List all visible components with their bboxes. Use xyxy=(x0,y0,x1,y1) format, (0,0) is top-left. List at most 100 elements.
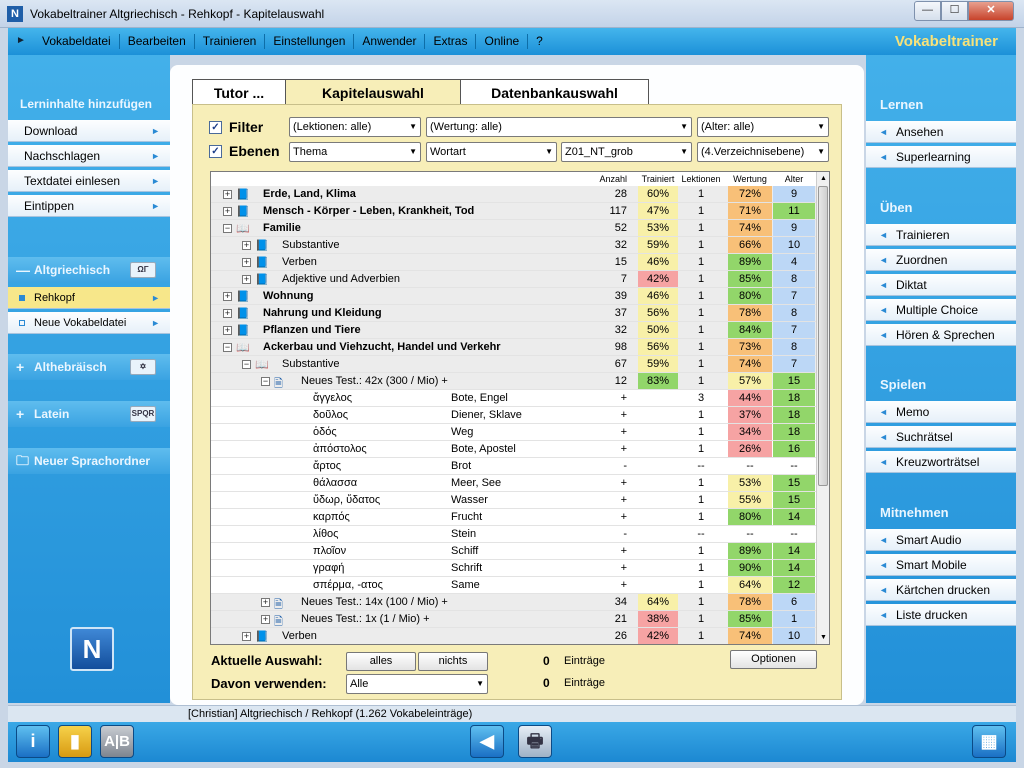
collapse-icon[interactable]: − xyxy=(261,377,270,386)
right-item-smart-mobile[interactable]: ◄ Smart Mobile xyxy=(866,554,1016,576)
vocab-row[interactable]: σπέρμα, -ατος Same +1 64% 12 xyxy=(211,577,816,594)
new-folder-button[interactable]: 🗀 Neuer Sprachordner xyxy=(8,448,170,474)
menu-arrow-icon[interactable]: ► xyxy=(16,35,26,46)
chapter-row[interactable]: − 📖 Substantive 67 59% 1 74% 7 xyxy=(211,356,816,373)
menu-item-online[interactable]: Online xyxy=(476,34,529,49)
right-item-multiple-choice[interactable]: ◄ Multiple Choice xyxy=(866,299,1016,321)
right-item-ansehen[interactable]: ◄ Ansehen xyxy=(866,121,1016,143)
right-item-hören-sprechen[interactable]: ◄ Hören & Sprechen xyxy=(866,324,1016,346)
grid-icon[interactable]: ▦ xyxy=(972,725,1006,758)
menu-item-trainieren[interactable]: Trainieren xyxy=(195,34,266,49)
ebene4-dropdown[interactable]: (4.Verzeichnisebene) ▼ xyxy=(697,142,829,162)
collapse-icon[interactable]: − xyxy=(223,343,232,352)
lang-latein[interactable]: + Latein SPQR xyxy=(8,401,170,427)
ebenen-checkbox[interactable]: ✓ xyxy=(209,145,222,158)
vocab-row[interactable]: θάλασσα Meer, See +1 53% 15 xyxy=(211,475,816,492)
expand-icon[interactable]: + xyxy=(242,632,251,641)
col-lektionen[interactable]: Lektionen xyxy=(678,174,724,184)
davon-verwenden-dropdown[interactable]: Alle ▼ xyxy=(346,674,488,694)
close-button[interactable]: ✕ xyxy=(968,1,1014,21)
alles-button[interactable]: alles xyxy=(346,652,416,671)
menu-item-vokabeldatei[interactable]: Vokabeldatei xyxy=(34,34,120,49)
scroll-down-icon[interactable]: ▼ xyxy=(817,631,829,644)
vocab-row[interactable]: ὕδωρ, ὕδατος Wasser +1 55% 15 xyxy=(211,492,816,509)
expand-icon[interactable]: + xyxy=(242,275,251,284)
menu-item-bearbeiten[interactable]: Bearbeiten xyxy=(120,34,195,49)
vocab-row[interactable]: ἀπόστολος Bote, Apostel +1 26% 16 xyxy=(211,441,816,458)
lektionen-dropdown[interactable]: (Lektionen: alle) ▼ xyxy=(289,117,421,137)
right-item-suchrätsel[interactable]: ◄ Suchrätsel xyxy=(866,426,1016,448)
right-item-diktat[interactable]: ◄ Diktat xyxy=(866,274,1016,296)
download-button[interactable]: Download ► xyxy=(8,120,170,142)
chapter-row[interactable]: + 📘 Verben 15 46% 1 89% 4 xyxy=(211,254,816,271)
tab-datenbankauswahl[interactable]: Datenbankauswahl xyxy=(460,79,649,105)
vocab-row[interactable]: πλοῖον Schiff +1 89% 14 xyxy=(211,543,816,560)
vocab-row[interactable]: λίθος Stein - -- -- -- xyxy=(211,526,816,543)
col-wertung[interactable]: Wertung xyxy=(728,174,772,184)
minimize-button[interactable]: — xyxy=(914,1,941,21)
expand-icon[interactable]: + xyxy=(223,190,232,199)
vocab-row[interactable]: ὁδός Weg +1 34% 18 xyxy=(211,424,816,441)
chapter-row[interactable]: + 📘 Adjektive und Adverbien 7 42% 1 85% 8 xyxy=(211,271,816,288)
col-anzahl[interactable]: Anzahl xyxy=(591,174,627,184)
scroll-up-icon[interactable]: ▲ xyxy=(817,172,829,185)
vocab-row[interactable]: δοῦλος Diener, Sklave +1 37% 18 xyxy=(211,407,816,424)
vocab-row[interactable]: ἄρτος Brot - -- -- -- xyxy=(211,458,816,475)
chapter-row[interactable]: − 📖 Familie 52 53% 1 74% 9 xyxy=(211,220,816,237)
col-alter[interactable]: Alter xyxy=(773,174,815,184)
chapter-row[interactable]: + 📘 Mensch - Körper - Leben, Krankheit, To… xyxy=(211,203,816,220)
right-item-trainieren[interactable]: ◄ Trainieren xyxy=(866,224,1016,246)
chapter-row[interactable]: + 📘 Pflanzen und Tiere 32 50% 1 84% 7 xyxy=(211,322,816,339)
right-item-superlearning[interactable]: ◄ Superlearning xyxy=(866,146,1016,168)
expand-icon[interactable]: + xyxy=(242,241,251,250)
chapter-row[interactable]: + 📘 Wohnung 39 46% 1 80% 7 xyxy=(211,288,816,305)
chapter-row[interactable]: + 🗎 Neues Test.: 14x (100 / Mio) +34 64% 1 78… xyxy=(211,594,816,611)
back-arrow-icon[interactable]: ◀ xyxy=(470,725,504,758)
collapse-icon[interactable]: − xyxy=(242,360,251,369)
right-item-smart-audio[interactable]: ◄ Smart Audio xyxy=(866,529,1016,551)
right-item-memo[interactable]: ◄ Memo xyxy=(866,401,1016,423)
ebene3-dropdown[interactable]: Z01_NT_grob ▼ xyxy=(561,142,692,162)
lang-althebraeisch[interactable]: + Althebräisch ✡ xyxy=(8,354,170,380)
right-item-kärtchen-drucken[interactable]: ◄ Kärtchen drucken xyxy=(866,579,1016,601)
subitem-neue-vokabeldatei[interactable]: Neue Vokabeldatei ► xyxy=(8,312,170,334)
menu-item-extras[interactable]: Extras xyxy=(425,34,477,49)
right-item-kreuzworträtsel[interactable]: ◄ Kreuzworträtsel xyxy=(866,451,1016,473)
alter-dropdown[interactable]: (Alter: alle) ▼ xyxy=(697,117,829,137)
expand-icon[interactable]: + xyxy=(223,309,232,318)
chapter-row[interactable]: + 📘 Nahrung und Kleidung 37 56% 1 78% 8 xyxy=(211,305,816,322)
nichts-button[interactable]: nichts xyxy=(418,652,488,671)
wertung-dropdown[interactable]: (Wertung: alle) ▼ xyxy=(426,117,692,137)
ebene1-dropdown[interactable]: Thema ▼ xyxy=(289,142,421,162)
chapter-row[interactable]: + 🗎 Neues Test.: 1x (1 / Mio) +21 38% 1 85% 1 xyxy=(211,611,816,628)
expand-icon[interactable]: + xyxy=(223,326,232,335)
tab-kapitelauswahl[interactable]: Kapitelauswahl xyxy=(285,79,461,105)
nachschlagen-button[interactable]: Nachschlagen ► xyxy=(8,145,170,167)
lang-altgriechisch[interactable]: — Altgriechisch ΩΓ xyxy=(8,257,170,283)
expand-icon[interactable]: + xyxy=(223,292,232,301)
menu-item-help[interactable]: ? xyxy=(528,34,551,49)
expand-icon[interactable]: + xyxy=(242,258,251,267)
scroll-thumb[interactable] xyxy=(818,186,828,486)
chapter-row[interactable]: + 📘 Substantive 32 59% 1 66% 10 xyxy=(211,237,816,254)
menu-item-anwender[interactable]: Anwender xyxy=(354,34,426,49)
chapter-row[interactable]: − 📖 Ackerbau und Viehzucht, Handel und Ver… xyxy=(211,339,816,356)
chapter-row[interactable]: + 📘 Verben 26 42% 1 74% 10 xyxy=(211,628,816,644)
col-trainiert[interactable]: Trainiert xyxy=(638,174,678,184)
ab-icon[interactable]: A|B xyxy=(100,725,134,758)
textdatei-einlesen-button[interactable]: Textdatei einlesen ► xyxy=(8,170,170,192)
expand-icon[interactable]: + xyxy=(223,207,232,216)
right-item-zuordnen[interactable]: ◄ Zuordnen xyxy=(866,249,1016,271)
filter-checkbox[interactable]: ✓ xyxy=(209,121,222,134)
vocab-row[interactable]: ἄγγελος Bote, Engel +3 44% 18 xyxy=(211,390,816,407)
notebook-icon[interactable]: ▮ xyxy=(58,725,92,758)
ebene2-dropdown[interactable]: Wortart ▼ xyxy=(426,142,557,162)
optionen-button[interactable]: Optionen xyxy=(730,650,817,669)
collapse-icon[interactable]: − xyxy=(223,224,232,233)
subitem-rehkopf[interactable]: Rehkopf ► xyxy=(8,287,170,309)
eintippen-button[interactable]: Eintippen ► xyxy=(8,195,170,217)
vocab-row[interactable]: καρπός Frucht +1 80% 14 xyxy=(211,509,816,526)
info-icon[interactable]: i xyxy=(16,725,50,758)
vocab-row[interactable]: γραφή Schrift +1 90% 14 xyxy=(211,560,816,577)
chapter-row[interactable]: + 📘 Erde, Land, Klima 28 60% 1 72% 9 xyxy=(211,186,816,203)
